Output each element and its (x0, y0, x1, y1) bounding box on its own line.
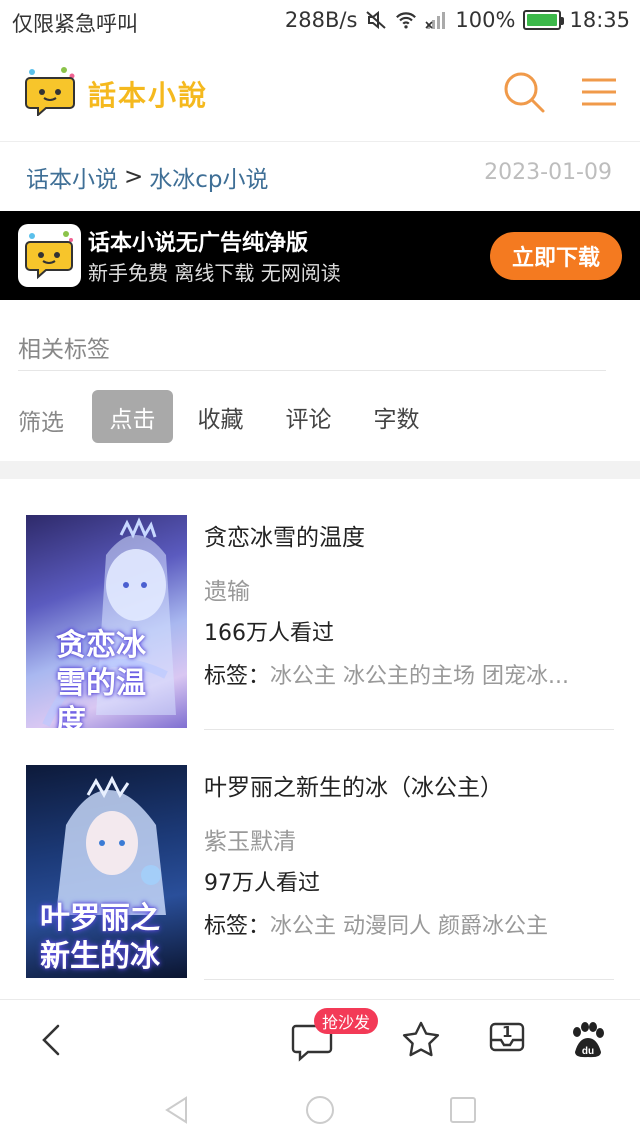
book-tags: 标签：冰公主 动漫同人 颜爵冰公主 (204, 908, 614, 940)
comment-count: 1 (502, 1023, 513, 1041)
book-cover[interactable]: 贪恋冰雪的温度 (26, 515, 187, 728)
filter-tab-wordcount[interactable]: 字数 (356, 390, 437, 443)
svg-text:du: du (582, 1046, 594, 1057)
menu-icon[interactable] (576, 68, 624, 116)
breadcrumb-separator: > (124, 164, 144, 190)
mute-icon (366, 10, 387, 30)
cover-title-line2: 新生的冰 (40, 939, 160, 974)
status-bar: 仅限紧急呼叫 288B/s 100% 18:35 (0, 0, 640, 44)
brand-logo-text[interactable]: 話本小說 (88, 74, 208, 114)
app-header: 話本小說 (0, 44, 640, 142)
nav-recents-icon[interactable] (446, 1093, 480, 1127)
sofa-badge[interactable]: 抢沙发 (314, 1008, 379, 1034)
star-icon[interactable] (399, 1018, 443, 1062)
book-views: 166万人看过 (204, 621, 334, 646)
filter-tab-favorites[interactable]: 收藏 (180, 390, 261, 443)
filter-label: 筛选 (18, 410, 64, 436)
filter-tab-comments[interactable]: 评论 (268, 390, 349, 443)
book-author[interactable]: 紫玉默清 (204, 822, 296, 856)
battery-icon (523, 10, 565, 30)
item-divider (204, 729, 614, 730)
tags-label: 标签： (204, 914, 271, 939)
system-nav-bar (0, 1079, 640, 1138)
back-icon[interactable] (30, 1018, 74, 1062)
clock: 18:35 (569, 8, 630, 32)
book-title[interactable]: 贪恋冰雪的温度 (204, 518, 365, 552)
book-list-item[interactable]: 贪恋冰雪的温度 贪恋冰雪的温度 遗输 166万人看过 标签：冰公主 冰公主的主场… (0, 500, 640, 750)
breadcrumb-current-link[interactable]: 水冰cp小说 (149, 160, 268, 194)
tags-values[interactable]: 冰公主 冰公主的主场 团宠冰... (270, 664, 569, 689)
nav-back-icon[interactable] (160, 1093, 194, 1127)
mascot-icon (25, 231, 73, 280)
tags-label: 标签： (204, 664, 271, 689)
download-banner[interactable]: 话本小说无广告纯净版 新手免费 离线下载 无网阅读 立即下载 (0, 211, 640, 300)
book-author[interactable]: 遗输 (204, 572, 250, 606)
download-now-button[interactable]: 立即下载 (490, 232, 622, 280)
search-icon[interactable] (500, 68, 548, 116)
tags-values[interactable]: 冰公主 动漫同人 颜爵冰公主 (270, 914, 548, 939)
related-tags-label: 相关标签 (18, 337, 110, 363)
bottom-toolbar: 抢沙发 1 du (0, 999, 640, 1079)
filter-tab-clicks[interactable]: 点击 (92, 390, 173, 443)
page-date: 2023-01-09 (484, 160, 612, 185)
comments-count-icon[interactable]: 1 (485, 1018, 529, 1062)
carrier-text: 仅限紧急呼叫 (12, 12, 138, 36)
network-speed: 288B/s (284, 8, 358, 32)
banner-subtitle: 新手免费 离线下载 无网阅读 (88, 261, 341, 285)
battery-percent: 100% (455, 8, 516, 32)
book-tags: 标签：冰公主 冰公主的主场 团宠冰... (204, 658, 614, 690)
breadcrumb-home-link[interactable]: 话本小说 (26, 160, 118, 194)
baidu-paw-icon[interactable]: du (565, 1018, 609, 1062)
section-divider (0, 461, 640, 479)
status-right: 288B/s 100% 18:35 (285, 8, 630, 32)
book-views: 97万人看过 (204, 871, 320, 896)
book-cover[interactable]: 叶罗丽之 新生的冰 (26, 765, 187, 978)
item-divider (204, 979, 614, 980)
wifi-icon (396, 12, 417, 29)
cover-title: 贪恋冰雪的温度 (56, 628, 146, 728)
app-icon (18, 224, 81, 287)
book-title[interactable]: 叶罗丽之新生的冰（冰公主） (204, 768, 503, 802)
breadcrumb: 话本小说 > 水冰cp小说 (26, 160, 269, 194)
signal-icon (425, 12, 446, 29)
nav-home-icon[interactable] (303, 1093, 337, 1127)
divider (18, 370, 606, 371)
mascot-logo-icon[interactable] (24, 66, 78, 116)
banner-title: 话本小说无广告纯净版 (88, 231, 309, 256)
book-list-item[interactable]: 叶罗丽之 新生的冰 叶罗丽之新生的冰（冰公主） 紫玉默清 97万人看过 标签：冰… (0, 750, 640, 1000)
